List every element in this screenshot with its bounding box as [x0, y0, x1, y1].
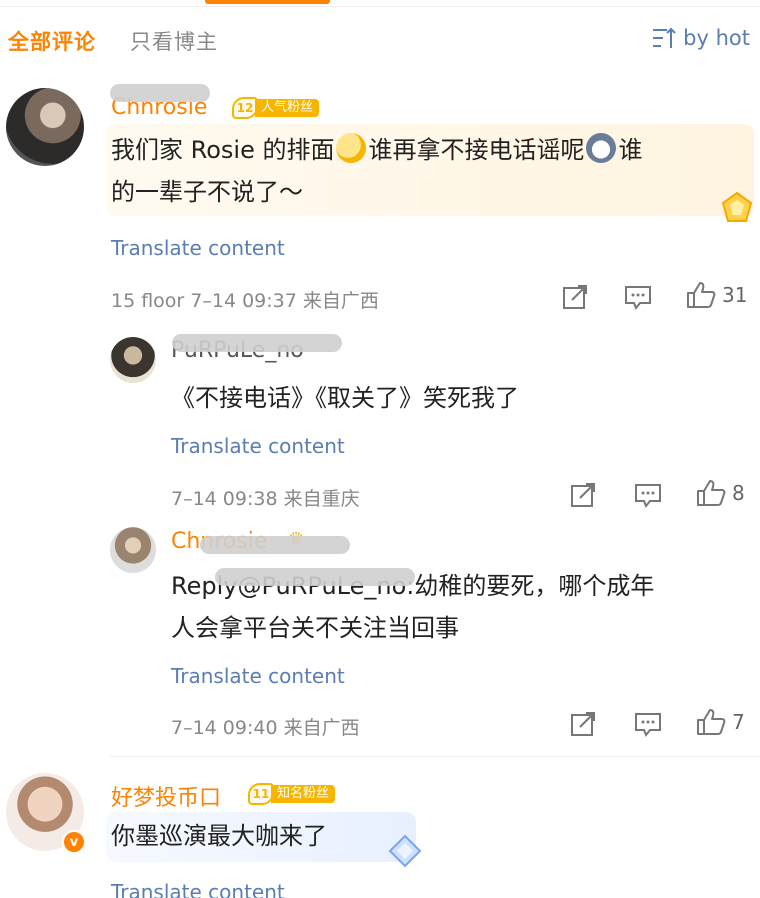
- translate-link[interactable]: Translate content: [111, 880, 285, 898]
- tab-blogger-only[interactable]: 只看博主: [130, 26, 218, 56]
- translate-link[interactable]: Translate content: [171, 434, 345, 458]
- comment-text-line2: 的一辈子不说了～: [111, 178, 303, 206]
- share-icon: [571, 483, 595, 507]
- comment-text-part1: 我们家 Rosie 的排面: [111, 136, 335, 164]
- comment-tabs: 全部评论 只看博主 by hot: [0, 18, 760, 62]
- share-button[interactable]: [570, 482, 596, 508]
- comment-meta: 15 floor 7–14 09:37 来自广西: [111, 290, 379, 312]
- share-button[interactable]: [570, 711, 596, 737]
- share-icon: [563, 285, 587, 309]
- comment-divider: [110, 756, 760, 757]
- comment-text-line1: 我们家 Rosie 的排面 谁再拿不接电话谣呢 谁: [111, 130, 642, 170]
- reply-meta: 7–14 09:40 来自广西: [171, 717, 360, 739]
- fan-badge-text: 知名粉丝: [271, 785, 336, 803]
- verified-badge: v: [62, 830, 86, 854]
- wink-emoji-icon: [336, 133, 367, 163]
- like-button[interactable]: 7: [696, 708, 745, 736]
- like-icon: [697, 480, 726, 506]
- tab-all-comments[interactable]: 全部评论: [8, 26, 96, 56]
- comment-icon: [625, 286, 651, 310]
- reply-avatar[interactable]: [110, 527, 156, 573]
- comment-text-part3: 谁: [618, 136, 643, 164]
- sort-icon: [653, 27, 676, 48]
- sort-label: by hot: [683, 26, 750, 50]
- sort-button[interactable]: by hot: [651, 26, 750, 50]
- share-button[interactable]: [562, 284, 588, 310]
- redaction-scribble: [172, 334, 342, 352]
- reply-text-line2: 人会拿平台关不关注当回事: [171, 614, 459, 642]
- translate-link[interactable]: Translate content: [111, 236, 285, 260]
- comment-button[interactable]: [634, 482, 662, 508]
- like-count: 8: [732, 481, 745, 505]
- share-icon: [571, 712, 595, 736]
- top-divider: [0, 6, 760, 7]
- like-button[interactable]: 31: [686, 281, 747, 309]
- medal-icon: [388, 834, 422, 868]
- comment-icon: [635, 713, 661, 737]
- active-tab-indicator: [205, 0, 330, 4]
- avatar[interactable]: [6, 88, 84, 166]
- translate-link[interactable]: Translate content: [171, 664, 345, 688]
- husky-emoji-icon: [586, 133, 617, 163]
- comment-button[interactable]: [634, 711, 662, 737]
- like-count: 7: [732, 710, 745, 734]
- reply-meta: 7–14 09:38 来自重庆: [171, 488, 360, 510]
- comment-text: 你墨巡演最大咖来了: [111, 822, 327, 850]
- redaction-scribble: [110, 84, 210, 102]
- reply-avatar[interactable]: [110, 337, 156, 383]
- like-count: 31: [722, 283, 748, 307]
- medal-icon: [721, 191, 753, 222]
- fan-badge[interactable]: 11 知名粉丝: [248, 782, 336, 806]
- like-icon: [697, 709, 726, 735]
- redaction-scribble: [200, 536, 350, 554]
- redaction-scribble: [215, 568, 415, 586]
- comment-username[interactable]: 好梦投币口: [111, 780, 221, 812]
- comment-button[interactable]: [624, 284, 652, 310]
- fan-badge[interactable]: 12 人气粉丝: [232, 96, 320, 120]
- comment-icon: [635, 484, 661, 508]
- fan-badge-text: 人气粉丝: [255, 99, 320, 117]
- like-icon: [687, 282, 716, 308]
- reply-text: 《不接电话》《取关了》笑死我了: [171, 384, 519, 412]
- comment-text-part2: 谁再拿不接电话谣呢: [368, 136, 585, 164]
- like-button[interactable]: 8: [696, 479, 745, 507]
